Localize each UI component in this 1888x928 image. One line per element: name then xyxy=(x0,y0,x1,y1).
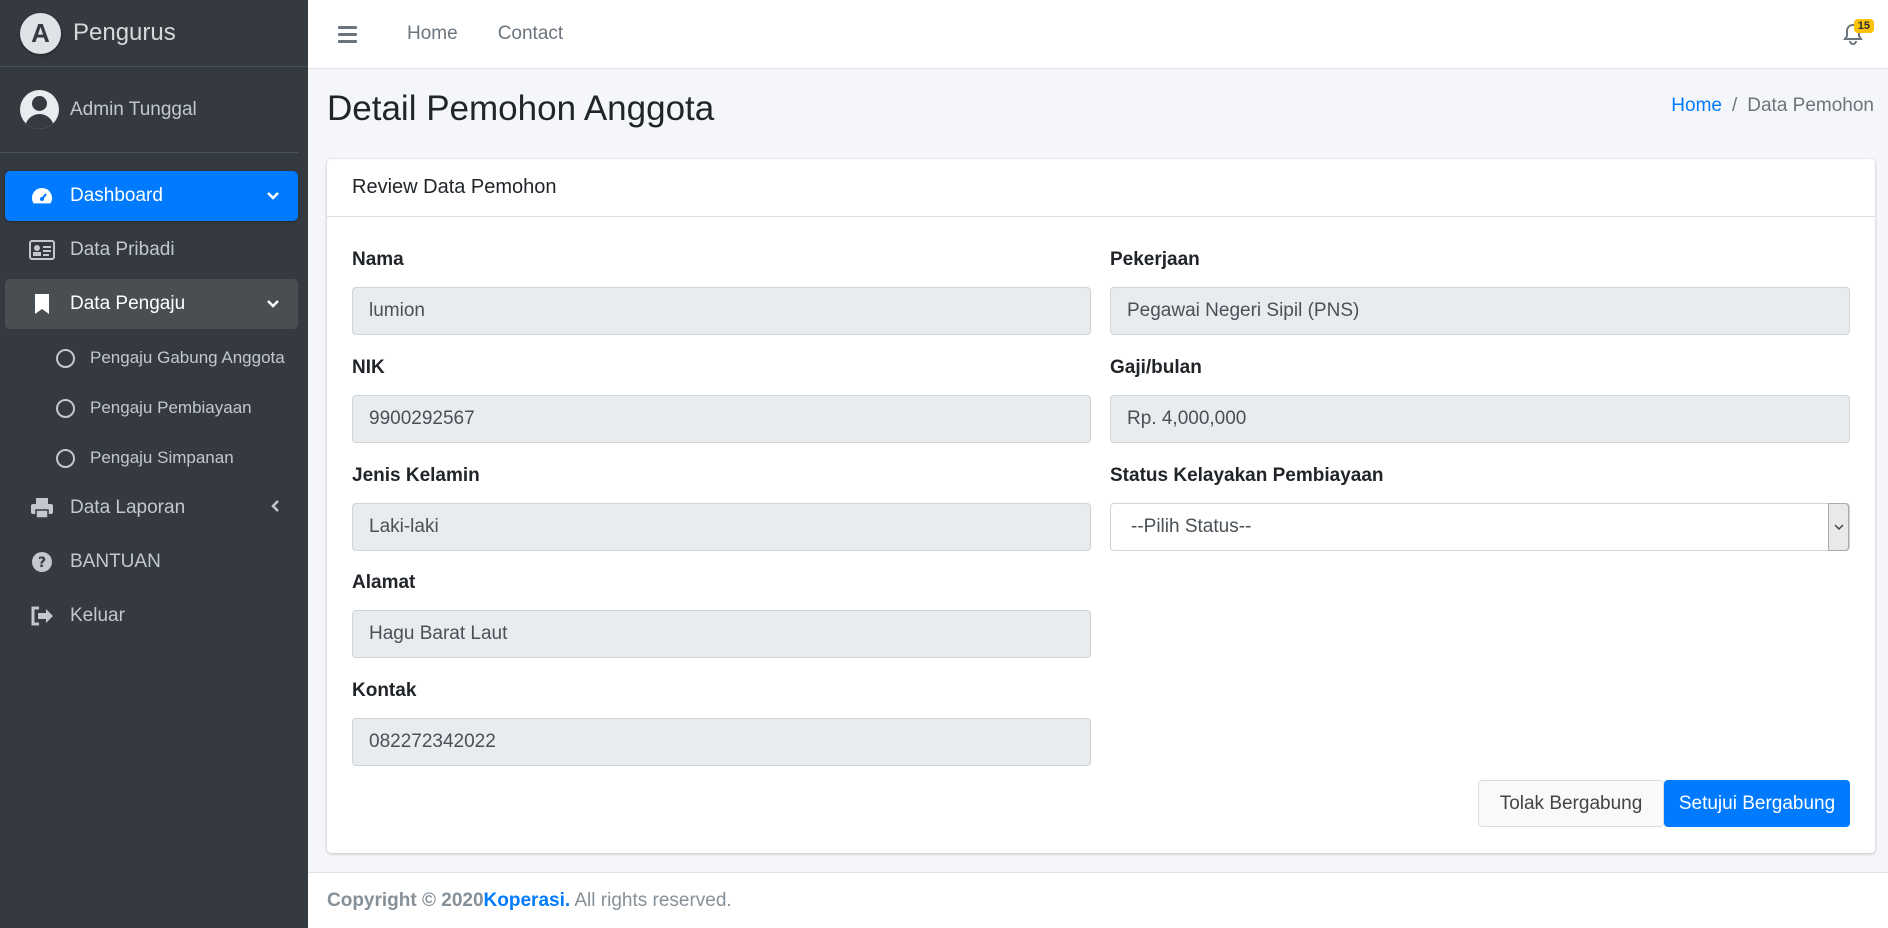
field-jenis-kelamin: Jenis Kelamin Laki-laki xyxy=(352,463,1091,551)
field-nama: Nama lumion xyxy=(352,247,1091,335)
content-header: Detail Pemohon Anggota Home / Data Pemoh… xyxy=(308,69,1888,159)
field-status: Status Kelayakan Pembiayaan --Pilih Stat… xyxy=(1110,463,1850,551)
field-alamat: Alamat Hagu Barat Laut xyxy=(352,570,1091,658)
sidebar-item-data-laporan[interactable]: Data Laporan xyxy=(5,483,298,533)
field-label: Jenis Kelamin xyxy=(352,465,480,486)
field-gaji: Gaji/bulan Rp. 4,000,000 xyxy=(1110,355,1850,443)
sidebar-item-dashboard[interactable]: Dashboard xyxy=(5,171,298,221)
breadcrumb: Home / Data Pemohon xyxy=(1671,95,1874,117)
field-label: NIK xyxy=(352,357,385,378)
jenis-kelamin-input[interactable]: Laki-laki xyxy=(352,503,1091,551)
chevron-down-icon xyxy=(266,293,280,315)
print-icon xyxy=(29,497,55,519)
id-card-icon xyxy=(29,239,55,261)
field-nik: NIK 9900292567 xyxy=(352,355,1091,443)
user-name: Admin Tunggal xyxy=(70,98,197,120)
sidebar-item-bantuan[interactable]: ? BANTUAN xyxy=(5,537,298,587)
menu-toggle-icon[interactable] xyxy=(338,25,357,43)
brand-link[interactable]: A Pengurus xyxy=(0,0,308,67)
top-navbar: Home Contact 15 xyxy=(308,0,1888,69)
sidebar-subitem-label: Pengaju Simpanan xyxy=(90,448,234,467)
alamat-input[interactable]: Hagu Barat Laut xyxy=(352,610,1091,658)
review-card: Review Data Pemohon Nama lumion NIK 9900… xyxy=(327,159,1875,853)
sidebar-item-label: Keluar xyxy=(70,605,125,626)
pekerjaan-input[interactable]: Pegawai Negeri Sipil (PNS) xyxy=(1110,287,1850,335)
field-pekerjaan: Pekerjaan Pegawai Negeri Sipil (PNS) xyxy=(1110,247,1850,335)
field-label: Nama xyxy=(352,249,404,270)
nama-input[interactable]: lumion xyxy=(352,287,1091,335)
field-kontak: Kontak 082272342022 xyxy=(352,678,1091,766)
field-label: Gaji/bulan xyxy=(1110,357,1202,378)
circle-icon xyxy=(56,398,75,418)
circle-icon xyxy=(56,448,75,468)
breadcrumb-separator: / xyxy=(1731,95,1738,116)
sidebar-item-data-pengaju[interactable]: Data Pengaju xyxy=(5,279,298,329)
sidebar-nav: Dashboard Data Pribadi Data Pengaju Peng… xyxy=(0,153,308,641)
svg-text:?: ? xyxy=(38,555,46,571)
footer-brand-link[interactable]: Koperasi. xyxy=(484,890,571,912)
sidebar-item-keluar[interactable]: Keluar xyxy=(5,591,298,641)
field-label: Status Kelayakan Pembiayaan xyxy=(1110,465,1384,486)
sidebar-item-label: Data Pengaju xyxy=(70,293,186,314)
chevron-down-icon xyxy=(266,185,280,207)
sign-out-icon xyxy=(29,605,55,627)
field-label: Kontak xyxy=(352,680,417,701)
gaji-input[interactable]: Rp. 4,000,000 xyxy=(1110,395,1850,443)
sidebar-item-label: Data Pribadi xyxy=(70,239,175,260)
field-label: Alamat xyxy=(352,572,416,593)
brand-name: Pengurus xyxy=(73,19,176,46)
bookmark-icon xyxy=(29,293,55,315)
sidebar-subitem-pembiayaan[interactable]: Pengaju Pembiayaan xyxy=(0,383,308,433)
brand-logo-icon: A xyxy=(20,12,61,54)
nik-input[interactable]: 9900292567 xyxy=(352,395,1091,443)
notification-badge: 15 xyxy=(1853,19,1874,33)
sidebar-subitem-gabung-anggota[interactable]: Pengaju Gabung Anggota xyxy=(0,333,308,383)
question-circle-icon: ? xyxy=(29,551,55,573)
breadcrumb-current: Data Pemohon xyxy=(1747,95,1874,116)
sidebar: A Pengurus Admin Tunggal Dashboard Data … xyxy=(0,0,308,928)
reject-button[interactable]: Tolak Bergabung xyxy=(1478,780,1664,827)
sidebar-subitem-simpanan[interactable]: Pengaju Simpanan xyxy=(0,433,308,483)
sidebar-item-label: Data Laporan xyxy=(70,497,186,518)
user-avatar-icon xyxy=(20,90,59,129)
tachometer-icon xyxy=(29,185,55,207)
chevron-left-icon xyxy=(270,497,280,519)
footer-suffix: All rights reserved. xyxy=(570,889,732,911)
breadcrumb-home-link[interactable]: Home xyxy=(1671,95,1722,117)
kontak-input[interactable]: 082272342022 xyxy=(352,718,1091,766)
chevron-down-icon[interactable] xyxy=(1828,503,1849,551)
sidebar-item-label: BANTUAN xyxy=(70,551,161,572)
field-label: Pekerjaan xyxy=(1110,249,1200,270)
card-title: Review Data Pemohon xyxy=(327,159,1875,217)
footer-copyright: Copyright © 2020 xyxy=(327,889,484,911)
nav-link-contact[interactable]: Contact xyxy=(498,23,563,45)
sidebar-item-data-pribadi[interactable]: Data Pribadi xyxy=(5,225,298,275)
status-select-value: --Pilih Status-- xyxy=(1131,516,1252,537)
footer: Copyright © 2020 Koperasi. All rights res… xyxy=(308,872,1888,928)
sidebar-subitem-label: Pengaju Gabung Anggota xyxy=(90,348,285,367)
status-select[interactable]: --Pilih Status-- xyxy=(1110,503,1850,551)
sidebar-subitem-label: Pengaju Pembiayaan xyxy=(90,398,252,417)
nav-link-home[interactable]: Home xyxy=(407,23,458,45)
sidebar-item-label: Dashboard xyxy=(70,185,163,206)
circle-icon xyxy=(56,348,75,368)
page-title: Detail Pemohon Anggota xyxy=(327,89,715,128)
user-panel[interactable]: Admin Tunggal xyxy=(0,67,298,153)
approve-button[interactable]: Setujui Bergabung xyxy=(1664,780,1850,827)
